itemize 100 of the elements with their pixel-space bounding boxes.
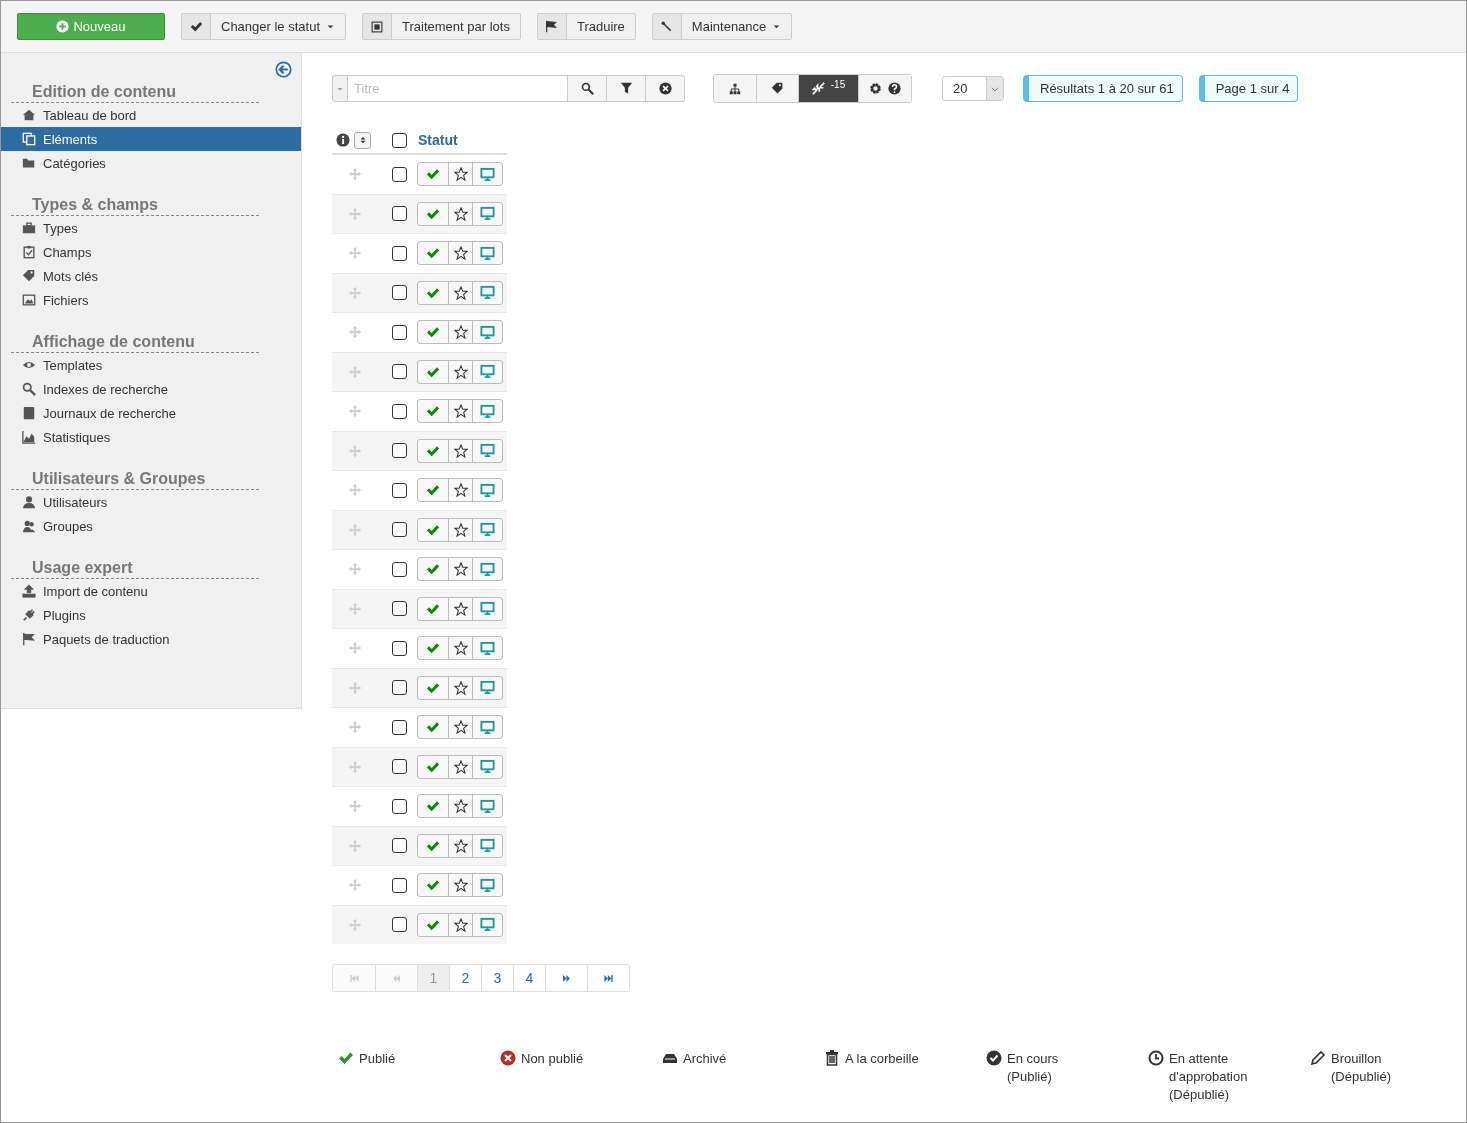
sidebar-item[interactable]: Statistiques: [1, 425, 301, 449]
previous-page-icon: [391, 972, 402, 984]
sidebar-item[interactable]: Types: [1, 216, 301, 240]
check-icon: [426, 325, 440, 340]
star-icon: [453, 720, 468, 735]
row-checkbox[interactable]: [391, 482, 407, 498]
info-icon: [336, 133, 350, 147]
row-checkbox[interactable]: [391, 245, 407, 261]
next-page-icon: [561, 972, 572, 984]
row-checkbox[interactable]: [391, 601, 407, 617]
star-icon: [453, 917, 468, 932]
sidebar-item[interactable]: Templates: [1, 353, 301, 377]
select-all-checkbox[interactable]: [391, 132, 407, 148]
sidebar-item[interactable]: Paquets de traduction: [1, 627, 301, 651]
monitor-icon: [480, 324, 495, 340]
row-checkbox[interactable]: [391, 206, 407, 222]
wrench-icon: [660, 20, 673, 33]
page-size-select[interactable]: 20: [942, 76, 1004, 101]
view-toggle-button[interactable]: [858, 75, 911, 102]
monitor-icon: [480, 798, 495, 814]
row-checkbox[interactable]: [391, 917, 407, 933]
flag-icon: [22, 632, 36, 646]
clipboard-check-icon: [22, 245, 36, 259]
check-icon: [426, 641, 440, 656]
sidebar-item[interactable]: Utilisateurs: [1, 490, 301, 514]
sidebar-item[interactable]: Plugins: [1, 603, 301, 627]
star-icon: [453, 443, 468, 458]
check-icon: [426, 404, 440, 419]
dropdown-button[interactable]: Maintenance: [651, 13, 793, 40]
column-header[interactable]: Statut: [418, 132, 458, 148]
sidebar-item[interactable]: Groupes: [1, 514, 301, 538]
star-icon: [453, 799, 468, 814]
monitor-icon: [480, 206, 495, 222]
monitor-icon: [480, 285, 495, 301]
sidebar-section-title: Types & champs: [11, 194, 259, 216]
help-icon: [888, 82, 901, 95]
toolbar-button[interactable]: Traduire: [536, 13, 636, 40]
sidebar-item[interactable]: Catégories: [1, 151, 301, 175]
tag-icon: [771, 82, 784, 95]
star-icon: [453, 522, 468, 537]
page-nav-button[interactable]: [587, 965, 629, 991]
tag-icon: [22, 269, 36, 283]
copy-icon: [22, 132, 36, 146]
row-checkbox[interactable]: [391, 561, 407, 577]
view-toggle-button[interactable]: -15: [798, 75, 858, 102]
sidebar-section-title: Affichage de contenu: [11, 331, 259, 353]
sidebar-item[interactable]: Journaux de recherche: [1, 401, 301, 425]
filter-button[interactable]: [607, 75, 646, 102]
monitor-icon: [480, 877, 495, 893]
sidebar-item[interactable]: Indexes de recherche: [1, 377, 301, 401]
row-checkbox[interactable]: [391, 759, 407, 775]
clock-icon: [1148, 1050, 1164, 1066]
row-checkbox[interactable]: [391, 522, 407, 538]
dropdown-button[interactable]: Changer le statut: [181, 13, 346, 40]
search-field[interactable]: Titre: [348, 75, 568, 102]
star-icon: [453, 562, 468, 577]
legend-label: Non publié: [521, 1050, 584, 1068]
row-checkbox[interactable]: [391, 680, 407, 696]
monitor-icon: [480, 680, 495, 696]
row-checkbox[interactable]: [391, 640, 407, 656]
move-icon: [348, 641, 362, 656]
row-checkbox[interactable]: [391, 798, 407, 814]
star-icon: [453, 838, 468, 853]
view-toggle-button[interactable]: [756, 75, 798, 102]
move-icon: [348, 562, 362, 577]
sidebar-item[interactable]: Import de contenu: [1, 579, 301, 603]
move-icon: [348, 206, 362, 221]
toolbar-button[interactable]: Traitement par lots: [362, 13, 521, 40]
star-icon: [453, 680, 468, 695]
star-icon: [453, 364, 468, 379]
sort-button[interactable]: [354, 131, 371, 149]
last-page-icon: [603, 972, 614, 984]
trash-icon: [824, 1050, 840, 1066]
star-icon: [453, 878, 468, 893]
sidebar-item[interactable]: Fichiers: [1, 288, 301, 312]
collapse-sidebar-button[interactable]: [275, 61, 292, 78]
monitor-icon: [480, 364, 495, 380]
move-icon: [348, 167, 362, 182]
row-checkbox[interactable]: [391, 443, 407, 459]
row-checkbox[interactable]: [391, 719, 407, 735]
view-toggle-button[interactable]: [714, 75, 756, 102]
row-checkbox[interactable]: [391, 877, 407, 893]
search-icon: [580, 82, 594, 95]
search-button[interactable]: [568, 75, 607, 102]
sidebar-item[interactable]: Mots clés: [1, 264, 301, 288]
move-icon: [348, 443, 362, 458]
sitemap-icon: [729, 82, 741, 95]
row-checkbox[interactable]: [391, 324, 407, 340]
star-icon: [453, 285, 468, 300]
row-checkbox[interactable]: [391, 166, 407, 182]
sidebar-item[interactable]: Champs: [1, 240, 301, 264]
row-checkbox[interactable]: [391, 838, 407, 854]
row-checkbox[interactable]: [391, 364, 407, 380]
sidebar-item[interactable]: Tableau de bord: [1, 103, 301, 127]
sidebar-item[interactable]: Eléments: [1, 127, 301, 151]
move-icon: [348, 878, 362, 893]
clear-button[interactable]: [646, 75, 685, 102]
row-checkbox[interactable]: [391, 403, 407, 419]
book-icon: [22, 406, 36, 420]
row-checkbox[interactable]: [391, 285, 407, 301]
